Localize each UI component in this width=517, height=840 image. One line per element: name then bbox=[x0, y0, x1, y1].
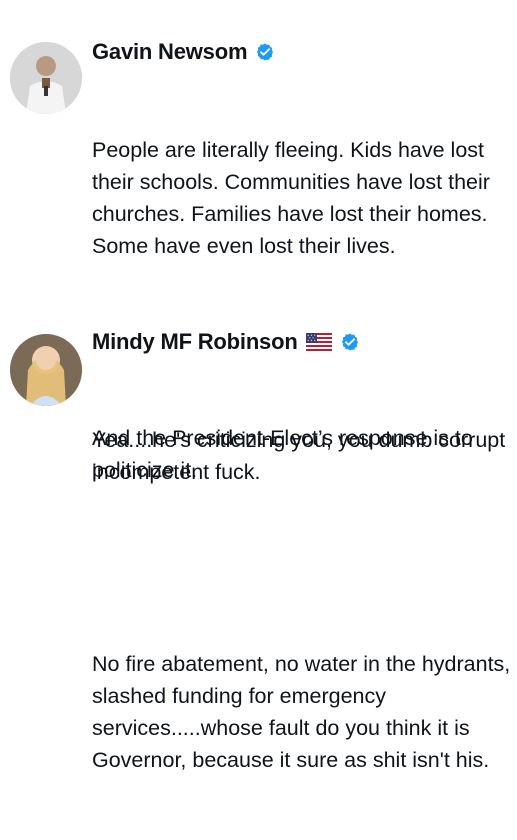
avatar-image bbox=[10, 42, 82, 114]
author-name[interactable]: Mindy MF Robinson bbox=[92, 329, 298, 355]
avatar[interactable] bbox=[10, 334, 82, 406]
avatar[interactable] bbox=[10, 42, 82, 114]
verified-badge-icon bbox=[255, 42, 275, 62]
avatar-image bbox=[10, 334, 82, 406]
post-text: Yea....he's criticizing you, you dumb co… bbox=[92, 360, 512, 840]
post-paragraph: Yea....he's criticizing you, you dumb co… bbox=[92, 428, 512, 484]
us-flag-icon bbox=[305, 333, 332, 351]
post-paragraph: People are literally fleeing. Kids have … bbox=[92, 138, 496, 258]
post-paragraph: No fire abatement, no water in the hydra… bbox=[92, 652, 517, 772]
verified-badge-icon bbox=[340, 332, 360, 352]
post-header: Mindy MF Robinson bbox=[92, 326, 360, 358]
post-header: Gavin Newsom bbox=[92, 36, 275, 68]
author-name[interactable]: Gavin Newsom bbox=[92, 39, 248, 65]
